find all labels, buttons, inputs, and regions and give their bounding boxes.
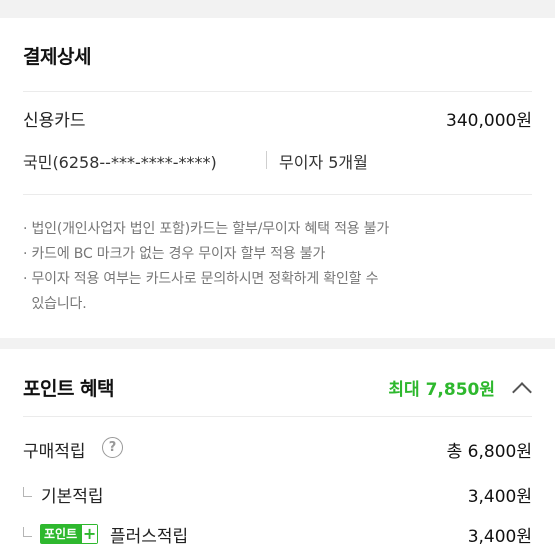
point-benefit-title: 포인트 혜택: [23, 378, 115, 400]
divider: [23, 194, 532, 195]
payment-amount: 340,000원: [446, 111, 532, 131]
help-icon[interactable]: ?: [102, 437, 123, 458]
payment-detail-title: 결제상세: [23, 46, 91, 68]
payment-detail-section: 결제상세 신용카드 340,000원 국민(6258--***-****-***…: [0, 18, 555, 338]
plus-reward-value: 3,400원: [467, 527, 532, 547]
payment-method-label: 신용카드: [23, 111, 86, 131]
basic-reward-value: 3,400원: [467, 487, 532, 507]
divider: [23, 416, 532, 417]
chevron-up-icon[interactable]: [512, 382, 532, 402]
point-benefit-section: 포인트 혜택 최대 7,850원 구매적립 ? 총 6,800원 기본적립 3,…: [0, 349, 555, 555]
point-plus-badge: 포인트 +: [40, 524, 99, 544]
notice-line: · 무이자 적용 여부는 카드사로 문의하시면 정확하게 확인할 수: [23, 271, 379, 287]
notice-line: 있습니다.: [23, 296, 87, 312]
max-point-label: 최대 7,850원: [388, 380, 495, 400]
divider: [23, 91, 532, 92]
plus-icon: +: [81, 524, 99, 544]
sub-item-corner-icon: [23, 487, 32, 497]
notice-line: · 법인(개인사업자 법인 포함)카드는 할부/무이자 혜택 적용 불가: [23, 221, 390, 237]
badge-label: 포인트: [40, 524, 82, 544]
purchase-reward-label: 구매적립: [23, 442, 86, 462]
card-info: 국민(6258--***-****-****): [23, 153, 217, 172]
purchase-reward-total: 총 6,800원: [446, 442, 532, 462]
basic-reward-label: 기본적립: [41, 487, 104, 507]
notice-line: · 카드에 BC 마크가 없는 경우 무이자 할부 적용 불가: [23, 246, 326, 262]
vertical-divider: [266, 151, 267, 169]
sub-item-corner-icon: [23, 527, 32, 537]
installment-info: 무이자 5개월: [279, 153, 368, 172]
plus-reward-label: 플러스적립: [110, 527, 189, 547]
